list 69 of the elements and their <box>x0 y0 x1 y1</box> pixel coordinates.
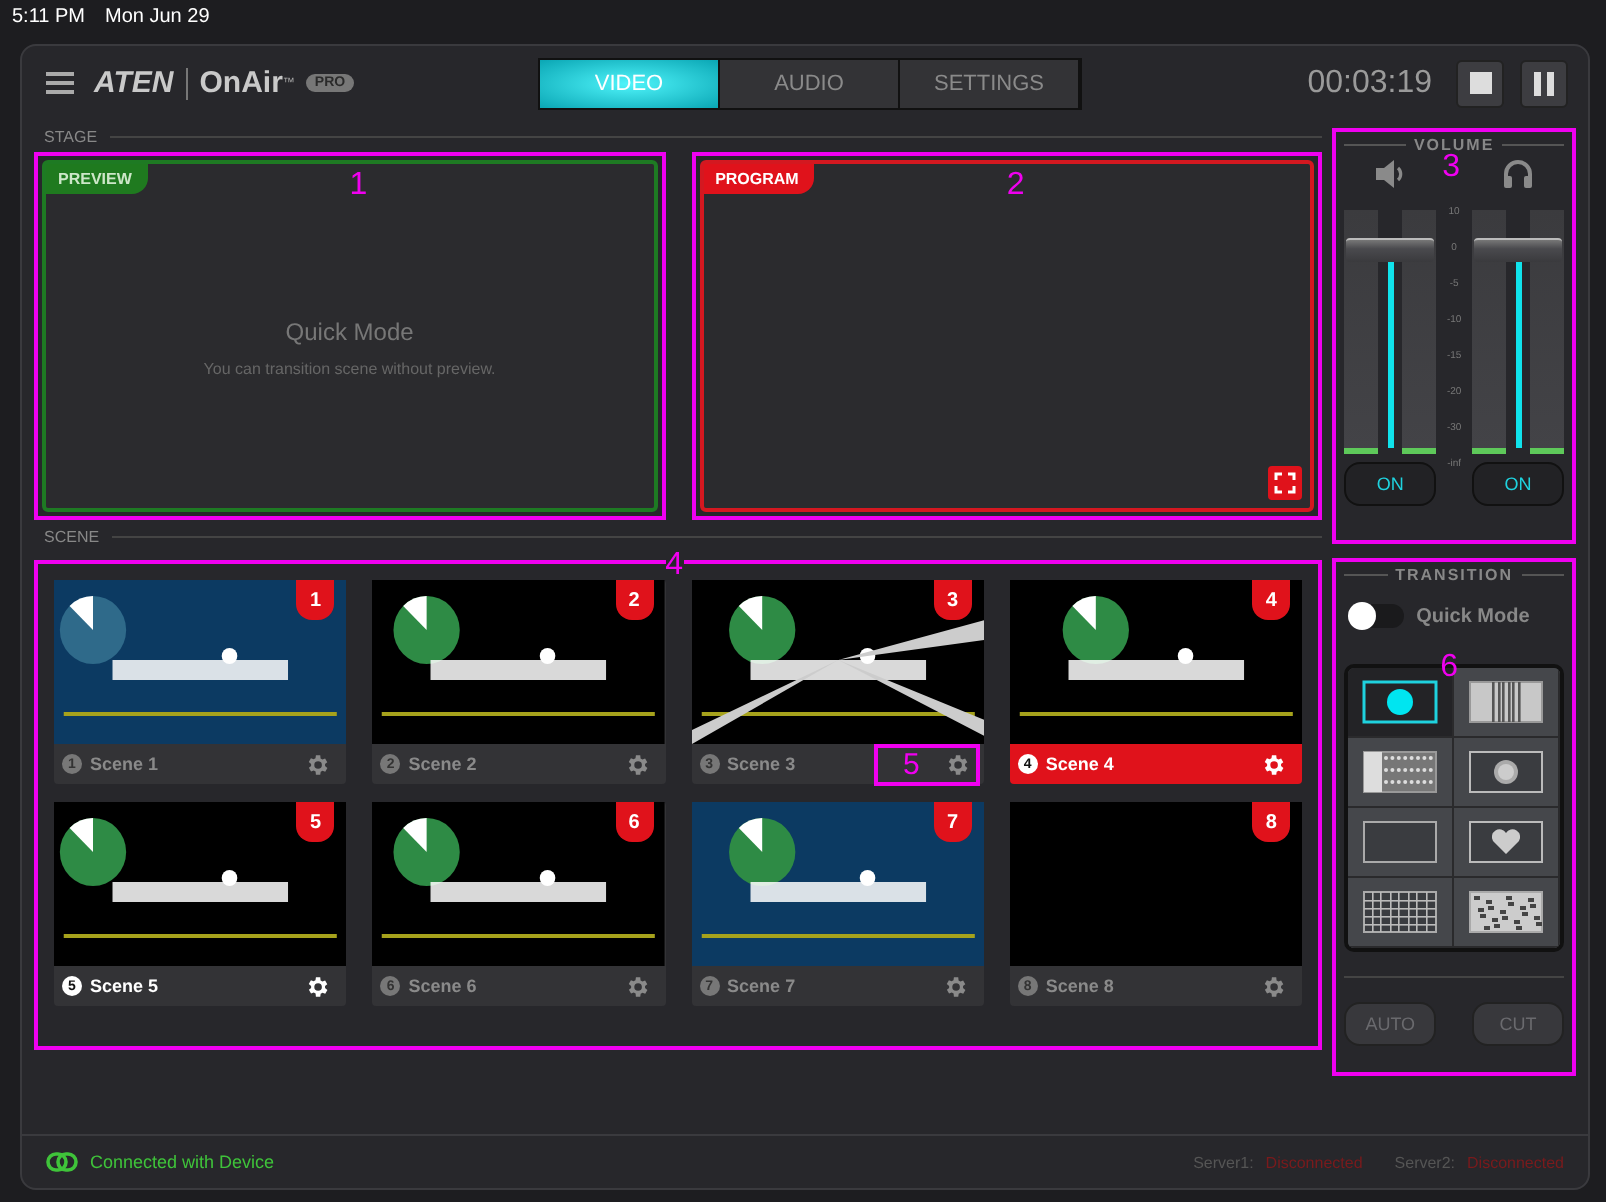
server-status: Disconnected <box>1265 1153 1363 1171</box>
connection-status: Connected with Device <box>90 1152 275 1172</box>
pause-icon <box>1534 71 1554 95</box>
transition-effect[interactable] <box>1348 738 1455 809</box>
stop-button[interactable] <box>1456 59 1504 107</box>
callout-number: 1 <box>349 168 368 204</box>
scene-name: Scene 2 <box>408 754 479 774</box>
product-name: OnAir <box>199 66 283 100</box>
section-title: SCENE <box>44 527 100 545</box>
scene-name: Scene 3 <box>727 754 798 774</box>
speaker-icon <box>1374 158 1407 190</box>
transition-effect[interactable] <box>1454 668 1560 739</box>
timer-text: 00:03:19 <box>1307 65 1432 101</box>
tab[interactable]: AUDIO <box>720 60 900 108</box>
tab[interactable]: SETTINGS <box>900 60 1080 108</box>
transition-effect[interactable] <box>1454 878 1560 949</box>
preview-label: PREVIEW <box>46 164 148 194</box>
callout-number: 5 <box>902 749 920 779</box>
switch-label: Quick Mode <box>1416 605 1530 628</box>
fader-thumb[interactable] <box>1474 237 1562 262</box>
scene-name: Scene 8 <box>1045 976 1116 996</box>
callout-number: 4 <box>665 552 684 580</box>
scene-name: Scene 6 <box>408 976 479 996</box>
channel-toggle[interactable]: ON <box>1344 462 1437 506</box>
transition-effect[interactable] <box>1348 878 1455 949</box>
stop-icon <box>1469 72 1491 94</box>
clock-time: 5:11 PM <box>12 6 85 28</box>
fader-thumb[interactable] <box>1346 237 1435 262</box>
scene-name: Scene 4 <box>1045 754 1116 774</box>
effect-icon <box>1468 890 1545 935</box>
brand-logo: ATEN <box>94 66 174 100</box>
section-title: STAGE <box>44 127 98 145</box>
link-icon <box>46 1152 78 1172</box>
transition-effect[interactable] <box>1454 738 1560 809</box>
scene-name: Scene 5 <box>90 976 161 996</box>
scene-number-badge: 6 <box>615 802 654 842</box>
scene-number-badge: 1 <box>296 580 335 620</box>
transition-effect[interactable] <box>1454 808 1560 879</box>
mode-title: Quick Mode <box>285 318 414 346</box>
scene-number-badge: 5 <box>296 802 335 842</box>
scene-number-badge: 3 <box>933 580 972 620</box>
headphones-icon <box>1502 158 1534 190</box>
scene-number-badge: 2 <box>615 580 654 620</box>
effect-icon <box>1468 680 1545 725</box>
effect-icon <box>1362 820 1439 865</box>
callout-number: 2 <box>1006 168 1025 204</box>
settings-icon[interactable] <box>304 973 331 999</box>
effect-icon <box>1362 750 1439 795</box>
panel-title: TRANSITION <box>1395 566 1513 585</box>
effect-icon <box>1468 750 1545 795</box>
scene-number-badge: 4 <box>1252 580 1291 620</box>
mode-message: You can transition scene without preview. <box>203 360 496 378</box>
callout-number: 3 <box>1442 150 1461 186</box>
panel-title: VOLUME <box>1413 136 1495 154</box>
pause-button[interactable] <box>1520 59 1568 107</box>
callout-number: 6 <box>1440 650 1459 687</box>
scene-name: Scene 1 <box>90 754 161 774</box>
menu-icon[interactable] <box>46 72 74 94</box>
scene-number-badge: 7 <box>933 802 972 842</box>
transition-effect[interactable] <box>1348 808 1455 879</box>
date-text: Mon Jun 29 <box>105 6 210 28</box>
quick-mode-switch[interactable] <box>1352 604 1405 629</box>
program-label: PROGRAM <box>703 164 815 194</box>
channel-toggle[interactable]: ON <box>1472 462 1564 506</box>
server-status: Disconnected <box>1467 1153 1564 1171</box>
scene-name: Scene 7 <box>727 976 798 996</box>
scene-number-badge: 8 <box>1252 802 1291 842</box>
fullscreen-icon[interactable] <box>1268 466 1303 500</box>
effect-icon <box>1362 890 1439 935</box>
